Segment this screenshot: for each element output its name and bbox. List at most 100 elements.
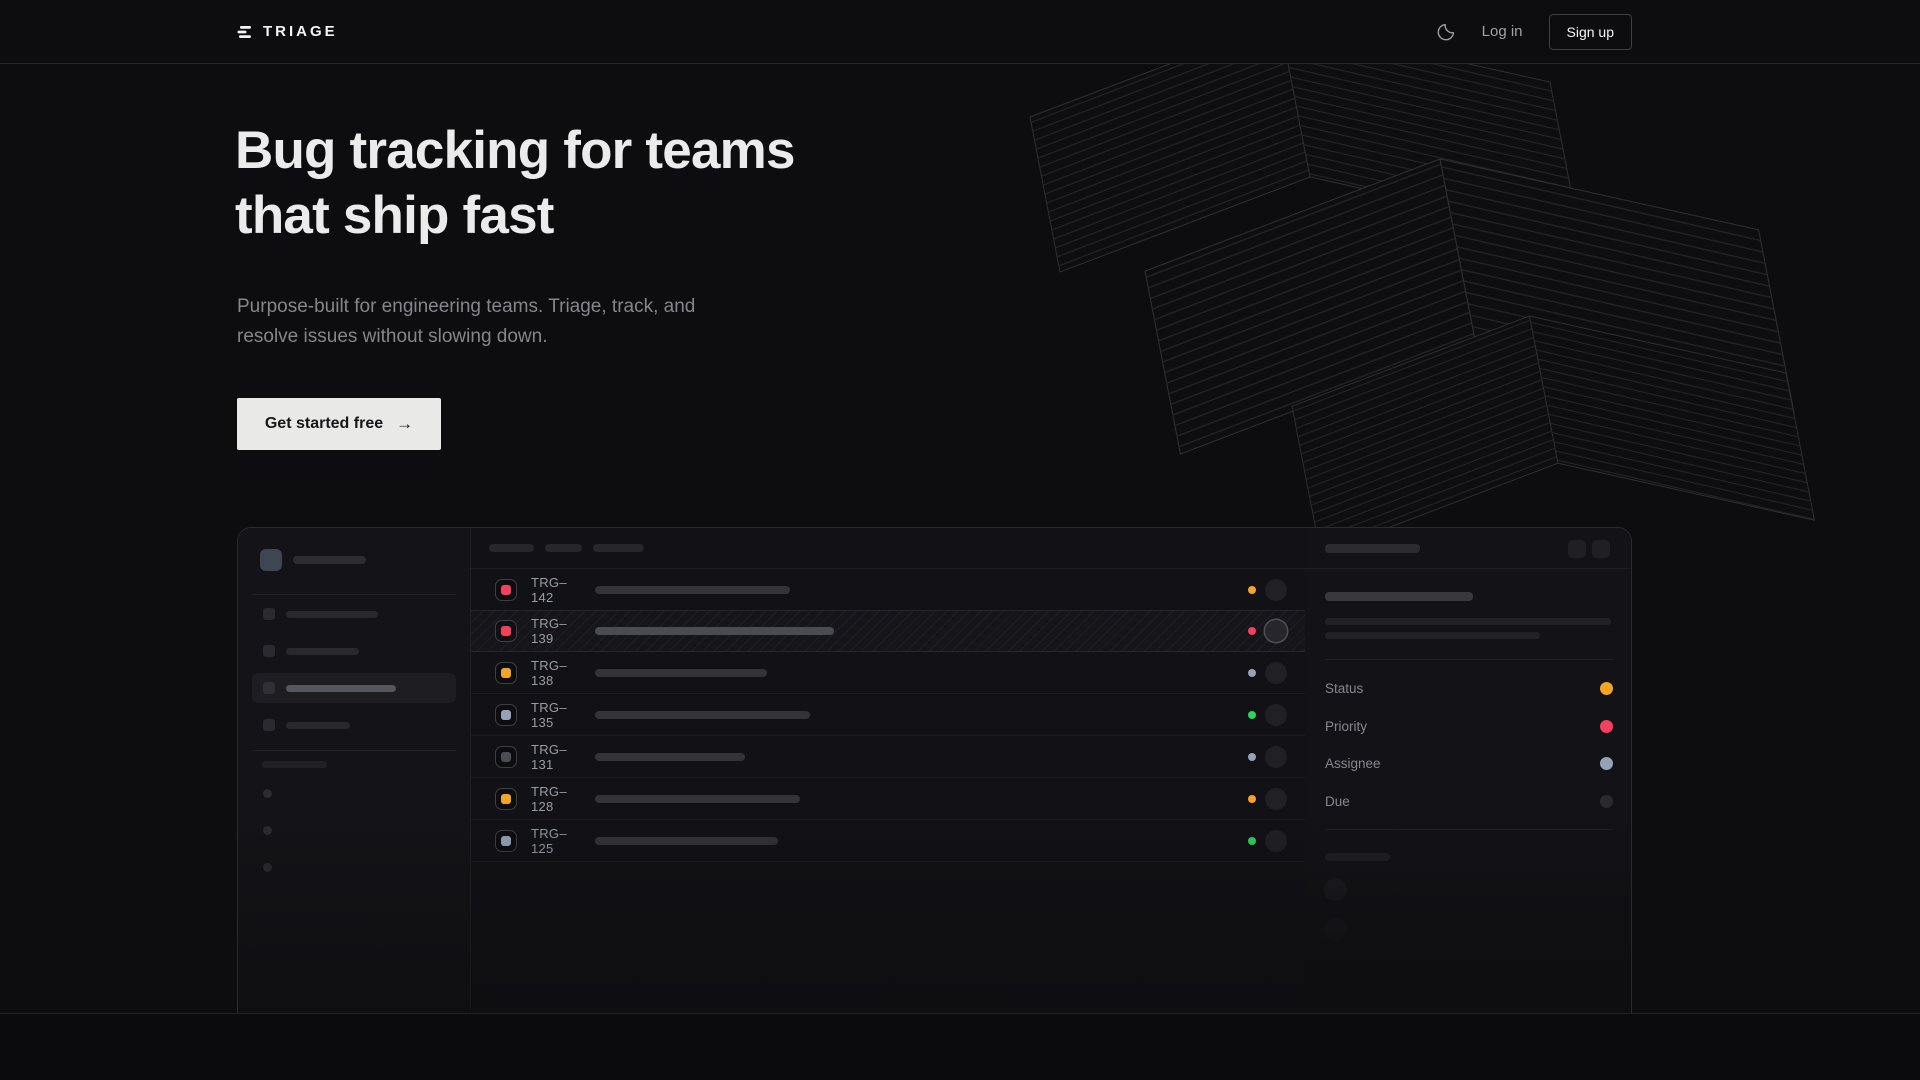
issue-type-icon-fill [501, 626, 511, 636]
issue-row-meta [1248, 579, 1287, 601]
issue-type-icon [495, 830, 517, 852]
app-mockup: TRG–142 TRG–139 TRG–138 TRG–1 [237, 527, 1632, 1013]
sidebar-item-dot [263, 826, 272, 835]
issue-type-icon [495, 579, 517, 601]
issue-type-icon [495, 746, 517, 768]
theme-toggle-button[interactable] [1437, 22, 1456, 41]
issue-list-header [471, 528, 1305, 569]
sidebar-divider [252, 594, 456, 595]
issue-title-skeleton [1325, 592, 1473, 601]
detail-field-label: Priority [1325, 719, 1367, 734]
issue-id: TRG–142 [531, 575, 581, 605]
sidebar-nav-label-skeleton [286, 722, 350, 729]
issue-row-meta [1248, 830, 1287, 852]
status-dot [1248, 711, 1256, 719]
assignee-avatar [1265, 620, 1287, 642]
issue-type-icon-fill [501, 710, 511, 720]
issue-description-skeleton [1325, 618, 1611, 625]
issue-id: TRG–128 [531, 784, 581, 814]
sidebar-nav-label-skeleton [286, 611, 378, 618]
issue-title-skeleton [595, 627, 834, 635]
wireframe-slab [1292, 316, 1815, 554]
header: TRIAGE Log in Sign up [0, 0, 1920, 64]
assignee-avatar [1265, 662, 1287, 684]
sidebar-nav-label-skeleton [286, 685, 396, 692]
detail-field-label: Assignee [1325, 756, 1381, 771]
sidebar-nav-icon [263, 645, 275, 657]
issue-row[interactable]: TRG–125 [471, 820, 1305, 862]
detail-field-row[interactable]: Due [1325, 783, 1613, 821]
workspace-avatar[interactable] [260, 549, 282, 571]
issue-row[interactable]: TRG–128 [471, 778, 1305, 820]
hero-title-line1: Bug tracking for teams [235, 121, 795, 180]
workspace-name-skeleton [293, 556, 366, 564]
sidebar-nav-icon [263, 608, 275, 620]
sidebar-nav-item[interactable] [252, 710, 456, 740]
issue-row-meta [1248, 746, 1287, 768]
detail-field-label: Status [1325, 681, 1363, 696]
issue-title-skeleton [595, 795, 800, 803]
issue-list-panel: TRG–142 TRG–139 TRG–138 TRG–1 [471, 528, 1306, 1013]
issue-id: TRG–135 [531, 700, 581, 730]
sidebar-nav-item[interactable] [252, 673, 456, 703]
issue-row-meta [1248, 788, 1287, 810]
issue-row[interactable]: TRG–138 [471, 652, 1305, 694]
hero-subtitle-line1: Purpose-built for engineering teams. Tri… [237, 296, 695, 317]
detail-action-button[interactable] [1592, 540, 1610, 558]
detail-action-button[interactable] [1568, 540, 1586, 558]
issue-type-icon [495, 704, 517, 726]
issue-type-icon [495, 662, 517, 684]
issue-row[interactable]: TRG–139 [471, 610, 1305, 652]
issue-row-meta [1248, 704, 1287, 726]
detail-panel: Status Priority Assignee Due [1305, 528, 1631, 1013]
detail-field-row[interactable]: Priority [1325, 708, 1613, 746]
issue-row[interactable]: TRG–135 [471, 694, 1305, 736]
hero-title: Bug tracking for teamsthat ship fast [235, 118, 795, 248]
list-filter-pill-skeleton[interactable] [545, 544, 582, 552]
issue-list: TRG–142 TRG–139 TRG–138 TRG–1 [471, 569, 1305, 862]
assignee-avatar [1265, 579, 1287, 601]
activity-avatar [1324, 918, 1347, 941]
issue-row[interactable]: TRG–131 [471, 736, 1305, 778]
arrow-right-icon: → [396, 414, 413, 434]
sidebar-nav-icon [263, 719, 275, 731]
page: TRIAGE Log in Sign up [0, 0, 1920, 1080]
sidebar-divider [252, 750, 456, 751]
issue-title-skeleton [595, 753, 745, 761]
list-filter-pill-skeleton[interactable] [489, 544, 534, 552]
signup-button[interactable]: Sign up [1549, 14, 1632, 50]
issue-row-meta [1248, 620, 1287, 642]
status-dot [1248, 669, 1256, 677]
issue-type-icon-fill [501, 794, 511, 804]
issue-type-icon-fill [501, 752, 511, 762]
assignee-avatar [1265, 830, 1287, 852]
detail-panel-header [1305, 528, 1631, 569]
detail-field-value-dot [1600, 682, 1613, 695]
list-filter-pill-skeleton[interactable] [593, 544, 644, 552]
issue-id: TRG–139 [531, 616, 581, 646]
wireframe-slab [1030, 64, 1580, 272]
sidebar-nav-item[interactable] [252, 599, 456, 629]
detail-field-row[interactable]: Status [1325, 670, 1613, 708]
activity-label-skeleton [1325, 853, 1390, 861]
detail-title-skeleton [1325, 544, 1420, 553]
sidebar-nav-label-skeleton [286, 648, 359, 655]
moon-icon [1437, 22, 1456, 41]
detail-field-row[interactable]: Assignee [1325, 745, 1613, 783]
issue-title-skeleton [595, 711, 810, 719]
login-link[interactable]: Log in [1482, 23, 1523, 40]
detail-divider [1325, 659, 1613, 660]
assignee-avatar [1265, 788, 1287, 810]
get-started-button[interactable]: Get started free → [237, 398, 441, 450]
status-dot [1248, 753, 1256, 761]
detail-field-label: Due [1325, 794, 1350, 809]
issue-id: TRG–131 [531, 742, 581, 772]
brand[interactable]: TRIAGE [237, 0, 338, 63]
assignee-avatar [1265, 746, 1287, 768]
issue-row[interactable]: TRG–142 [471, 569, 1305, 611]
sidebar-nav-item[interactable] [252, 636, 456, 666]
hero-subtitle: Purpose-built for engineering teams. Tri… [237, 292, 695, 352]
issue-title-skeleton [595, 586, 790, 594]
sidebar-item-dot [263, 863, 272, 872]
status-dot [1248, 627, 1256, 635]
